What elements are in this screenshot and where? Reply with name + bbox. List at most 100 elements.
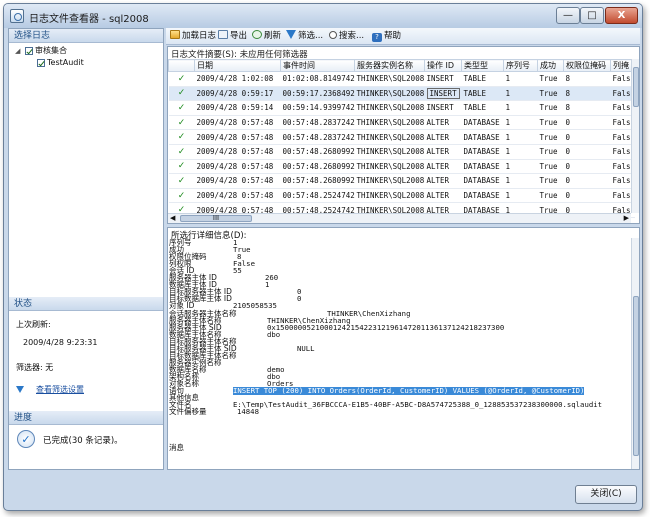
filter-button[interactable]: 筛选... <box>286 30 323 43</box>
table-row[interactable]: ✓ 2009/4/28 0:57:48 00:57:48.2680992 THINKE… <box>168 144 635 160</box>
table-cell: DATABASE <box>461 173 504 189</box>
scroll-thumb[interactable] <box>633 67 639 107</box>
table-cell: 0 <box>563 159 611 175</box>
filter-icon <box>286 30 296 39</box>
detail-field-value: 1 <box>265 280 270 290</box>
table-row[interactable]: ✓ 2009/4/28 0:59:14 00:59:14.9399742 THINKE… <box>168 100 635 116</box>
table-cell: 1 <box>503 115 538 131</box>
column-header-date[interactable]: 日期 <box>194 59 281 72</box>
table-cell: 2009/4/28 0:59:17 <box>194 86 281 102</box>
completed-icon: ✓ <box>17 430 35 448</box>
table-cell: 00:57:48.2680992 <box>280 159 355 175</box>
window-title: 日志文件查看器 - sql2008 <box>29 14 149 25</box>
table-row[interactable]: ✓ 2009/4/28 0:57:48 00:57:48.2524742 THINKE… <box>168 188 635 204</box>
column-header-sequence[interactable]: 序列号 <box>503 59 538 72</box>
table-cell: 0 <box>563 188 611 204</box>
scroll-right-arrow-icon[interactable]: ▶ <box>624 214 629 223</box>
help-icon: ? <box>372 33 382 42</box>
last-refresh-label: 上次刷新: <box>16 320 51 329</box>
collapse-arrow-icon[interactable]: ◢ <box>15 45 25 57</box>
table-cell: DATABASE <box>461 188 504 204</box>
table-cell: DATABASE <box>461 115 504 131</box>
progress-text: 已完成(30 条记录)。 <box>43 436 123 446</box>
refresh-button[interactable]: 刷新 <box>252 30 281 43</box>
table-row[interactable]: ✓ 2009/4/28 0:57:48 00:57:48.2837242 THINKE… <box>168 115 635 131</box>
scroll-thumb[interactable]: III <box>180 215 252 222</box>
maximize-button[interactable]: □ <box>580 7 604 24</box>
detail-field-name: 文件偏移量 <box>169 407 207 417</box>
success-check-icon: ✓ <box>168 188 195 204</box>
minimize-button[interactable]: — <box>556 7 580 24</box>
table-cell: INSERT <box>424 86 462 102</box>
scroll-left-arrow-icon[interactable]: ◀ <box>170 214 175 223</box>
search-icon <box>329 31 337 39</box>
export-button[interactable]: 导出 <box>218 30 247 43</box>
view-filter-settings[interactable]: 查看筛选设置 <box>16 384 84 395</box>
detail-field-value: E:\Temp\TestAudit_36FBCCCA-E1B5-40BF-A5B… <box>233 400 603 410</box>
help-button[interactable]: ? 帮助 <box>372 30 401 43</box>
title-bar[interactable]: 日志文件查看器 - sql2008 — □ X <box>4 4 642 28</box>
table-cell: INSERT <box>424 71 462 87</box>
table-cell: 01:02:08.8149742 <box>280 71 355 87</box>
table-cell: DATABASE <box>461 144 504 160</box>
select-log-header: 选择日志 <box>9 29 163 43</box>
column-header-success[interactable]: 成功 <box>537 59 564 72</box>
table-cell: True <box>537 129 564 145</box>
table-cell: True <box>537 159 564 175</box>
table-cell: True <box>537 86 564 102</box>
table-cell: THINKER\SQL2008 <box>354 71 425 87</box>
detail-field-value: NULL <box>297 343 315 353</box>
table-cell: 8 <box>563 100 611 116</box>
table-cell: 1 <box>503 71 538 87</box>
checkbox-checked-icon[interactable] <box>25 46 33 55</box>
table-row[interactable]: ✓ 2009/4/28 0:57:48 00:57:48.2680992 THINKE… <box>168 173 635 189</box>
summary-vertical-scrollbar[interactable] <box>631 59 639 213</box>
column-header-event-time[interactable]: 事件时间 <box>280 59 355 72</box>
table-cell: 1 <box>503 86 538 102</box>
table-cell: True <box>537 71 564 87</box>
scroll-thumb[interactable] <box>633 296 639 456</box>
table-row[interactable]: ✓ 2009/4/28 0:57:48 00:57:48.2837242 THINKE… <box>168 129 635 145</box>
checkbox-checked-icon[interactable] <box>37 58 45 67</box>
table-cell: 1 <box>503 129 538 145</box>
success-check-icon: ✓ <box>168 115 195 131</box>
table-header-row: 日期 事件时间 服务器实例名称 操作 ID 类型型 序列号 成功 权限位掩码 列… <box>168 59 635 72</box>
table-cell: 1 <box>503 159 538 175</box>
close-button[interactable]: 关闭(C) <box>575 485 637 504</box>
tree-item-audit-collection[interactable]: ◢ 审核集合 <box>15 45 84 57</box>
table-cell: 1 <box>503 173 538 189</box>
summary-horizontal-scrollbar[interactable]: ◀ III ▶ <box>168 213 631 223</box>
success-check-icon: ✓ <box>168 144 195 160</box>
filter-status: 筛选器: 无 <box>16 363 54 372</box>
table-cell: 00:59:14.9399742 <box>280 100 355 116</box>
column-header[interactable] <box>168 59 195 72</box>
tree-item-testaudit[interactable]: TestAudit <box>15 57 84 69</box>
view-filter-link[interactable]: 查看筛选设置 <box>36 385 84 394</box>
close-window-button[interactable]: X <box>605 7 638 24</box>
table-row[interactable]: ✓ 2009/4/28 1:02:08 01:02:08.8149742 THINKE… <box>168 71 635 87</box>
load-log-button[interactable]: 加载日志 <box>170 30 216 43</box>
detail-field-value: 14848 <box>237 407 259 417</box>
column-header-action-id[interactable]: 操作 ID <box>424 59 462 72</box>
table-cell: 2009/4/28 0:57:48 <box>194 159 281 175</box>
log-summary-table: 日期 事件时间 服务器实例名称 操作 ID 类型型 序列号 成功 权限位掩码 列… <box>168 59 635 218</box>
success-check-icon: ✓ <box>168 173 195 189</box>
log-viewer-window: 日志文件查看器 - sql2008 — □ X 选择日志 ◢ 审核集合 TestA… <box>3 3 643 511</box>
column-header-permission-bitmask[interactable]: 权限位掩码 <box>563 59 611 72</box>
search-button[interactable]: 搜索... <box>329 30 364 43</box>
column-header-class-type[interactable]: 类型型 <box>461 59 504 72</box>
table-cell: 0 <box>563 115 611 131</box>
table-cell: THINKER\SQL2008 <box>354 188 425 204</box>
column-header-server-instance[interactable]: 服务器实例名称 <box>354 59 425 72</box>
app-icon <box>10 9 24 23</box>
table-cell: 1 <box>503 188 538 204</box>
table-cell: 2009/4/28 0:57:48 <box>194 144 281 160</box>
table-cell: ALTER <box>424 188 462 204</box>
table-cell: 1 <box>503 144 538 160</box>
table-row[interactable]: ✓ 2009/4/28 0:59:17 00:59:17.2368492 THINKE… <box>168 86 635 102</box>
statement-value: INSERT TOP (200) INTO Orders(OrderId, Cu… <box>233 386 585 396</box>
details-vertical-scrollbar[interactable] <box>631 238 639 469</box>
log-tree: ◢ 审核集合 TestAudit <box>15 45 84 69</box>
folder-icon <box>170 30 180 39</box>
table-row[interactable]: ✓ 2009/4/28 0:57:48 00:57:48.2680992 THINKE… <box>168 159 635 175</box>
